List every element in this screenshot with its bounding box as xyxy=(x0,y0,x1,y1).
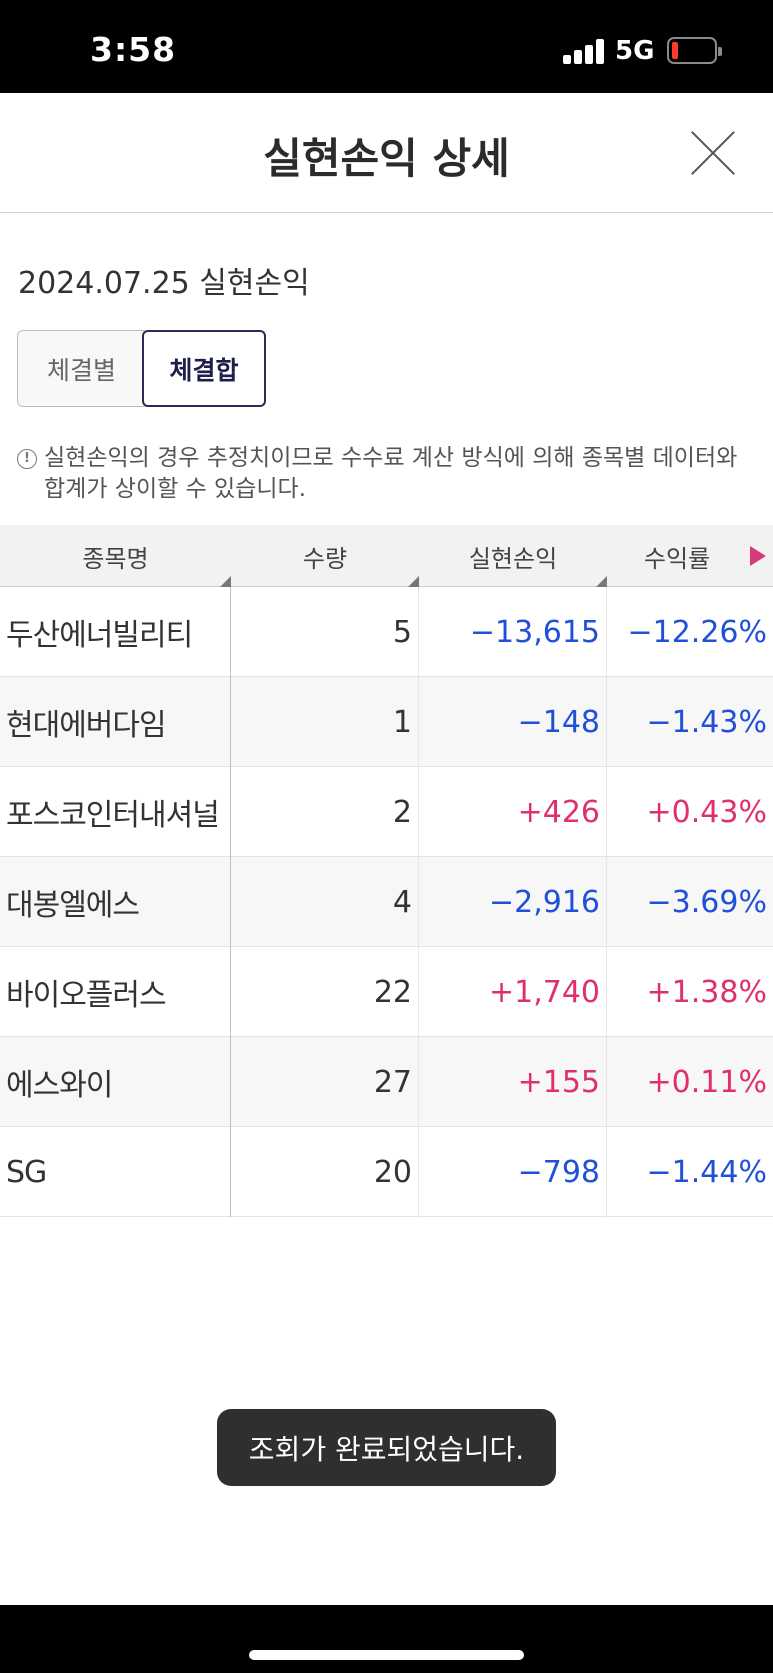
battery-icon xyxy=(667,37,722,64)
column-header-rate[interactable]: 수익률 xyxy=(607,525,747,587)
quantity-cell: 1 xyxy=(231,677,419,767)
close-icon[interactable] xyxy=(690,130,736,176)
sort-icon xyxy=(220,576,231,587)
table-body: 두산에너빌리티 5 −13,615 −12.26% 현대에버다임 1 −148 −1.43% 포… xyxy=(0,587,773,1217)
realized-pl-cell: +1,740 xyxy=(419,947,607,1037)
quantity-cell: 20 xyxy=(231,1127,419,1217)
quantity-cell: 27 xyxy=(231,1037,419,1127)
table-row[interactable]: 현대에버다임 1 −148 −1.43% xyxy=(0,677,773,767)
quantity-cell: 2 xyxy=(231,767,419,857)
view-mode-segment: 체결별 체결합 xyxy=(17,330,266,407)
bottom-bar xyxy=(0,1605,773,1673)
return-rate-cell: −1.43% xyxy=(646,704,767,740)
scroll-right-arrow-icon[interactable] xyxy=(750,546,766,566)
sort-icon xyxy=(408,576,419,587)
table-row[interactable]: SG 20 −798 −1.44% xyxy=(0,1127,773,1217)
toast-message: 조회가 완료되었습니다. xyxy=(217,1409,556,1486)
return-rate-cell: +0.43% xyxy=(646,794,767,830)
table-row[interactable]: 포스코인터내셔널 2 +426 +0.43% xyxy=(0,767,773,857)
home-indicator[interactable] xyxy=(249,1650,524,1660)
realized-pl-cell: +426 xyxy=(419,767,607,857)
return-rate-cell: +0.11% xyxy=(646,1064,767,1100)
realized-pl-cell: −148 xyxy=(419,677,607,767)
network-type: 5G xyxy=(615,36,655,66)
info-icon: ! xyxy=(17,449,37,469)
table-row[interactable]: 바이오플러스 22 +1,740 +1.38% xyxy=(0,947,773,1037)
table-row[interactable]: 대봉엘에스 4 −2,916 −3.69% xyxy=(0,857,773,947)
column-header-pl[interactable]: 실현손익 xyxy=(419,525,607,587)
stock-name-cell: 바이오플러스 xyxy=(0,947,231,1037)
stock-name-cell: SG xyxy=(0,1127,231,1217)
stock-name-cell: 대봉엘에스 xyxy=(0,857,231,947)
column-header-label: 실현손익 xyxy=(468,544,558,573)
date-title: 2024.07.25 실현손익 xyxy=(18,266,310,301)
table-row[interactable]: 에스와이 27 +155 +0.11% xyxy=(0,1037,773,1127)
column-header-qty[interactable]: 수량 xyxy=(231,525,419,587)
stock-name-cell: 포스코인터내셔널 xyxy=(0,767,231,857)
return-rate-cell: −12.26% xyxy=(627,614,767,650)
table-row[interactable]: 두산에너빌리티 5 −13,615 −12.26% xyxy=(0,587,773,677)
table-header: 종목명 수량 실현손익 수익률 xyxy=(0,525,773,587)
notice-text: 실현손익의 경우 추정치이므로 수수료 계산 방식에 의해 종목별 데이터와 합… xyxy=(44,445,738,502)
status-time: 3:58 xyxy=(90,30,177,69)
tab-by-execution[interactable]: 체결별 xyxy=(17,330,145,407)
return-rate-cell: −3.69% xyxy=(646,884,767,920)
status-bar: 3:58 5G xyxy=(0,0,773,93)
stock-name-cell: 두산에너빌리티 xyxy=(0,587,231,677)
column-header-label: 수익률 xyxy=(643,544,711,573)
page-title: 실현손익 상세 xyxy=(263,134,510,183)
tab-execution-sum[interactable]: 체결합 xyxy=(142,330,266,407)
return-rate-cell: +1.38% xyxy=(646,974,767,1010)
return-rate-cell: −1.44% xyxy=(646,1154,767,1190)
quantity-cell: 4 xyxy=(231,857,419,947)
sort-icon xyxy=(596,576,607,587)
realized-pl-cell: −13,615 xyxy=(419,587,607,677)
page-header: 실현손익 상세 xyxy=(0,93,773,213)
signal-strength-icon xyxy=(563,38,605,64)
realized-pl-cell: +155 xyxy=(419,1037,607,1127)
realized-pl-cell: −2,916 xyxy=(419,857,607,947)
column-header-name[interactable]: 종목명 xyxy=(0,525,231,587)
stock-name-cell: 에스와이 xyxy=(0,1037,231,1127)
column-header-label: 수량 xyxy=(302,544,348,573)
realized-pl-table: 종목명 수량 실현손익 수익률 두산에너빌리티 5 −13,615 −12.26% 현대… xyxy=(0,525,773,1217)
stock-name-cell: 현대에버다임 xyxy=(0,677,231,767)
quantity-cell: 5 xyxy=(231,587,419,677)
column-header-label: 종목명 xyxy=(82,544,149,573)
quantity-cell: 22 xyxy=(231,947,419,1037)
realized-pl-cell: −798 xyxy=(419,1127,607,1217)
